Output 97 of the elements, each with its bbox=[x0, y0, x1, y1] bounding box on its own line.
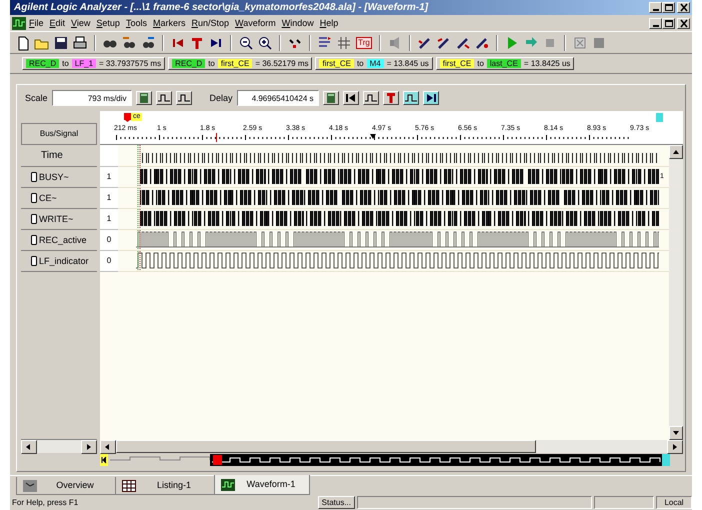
signal-icon bbox=[31, 256, 37, 266]
zoom-out-icon[interactable] bbox=[238, 34, 254, 50]
signal-value: 1 bbox=[100, 188, 118, 209]
status-panel bbox=[594, 496, 654, 509]
signal-icon bbox=[31, 235, 37, 245]
status-text: For Help, press F1 bbox=[11, 498, 80, 508]
edge-button[interactable] bbox=[402, 91, 419, 105]
menu-item[interactable]: Help bbox=[316, 18, 342, 28]
signal-icon bbox=[31, 172, 37, 182]
signal-name[interactable]: BUSY~ bbox=[39, 172, 69, 182]
maximize-icon bbox=[664, 3, 674, 12]
scroll-left-button[interactable] bbox=[21, 440, 37, 454]
window-title: Agilent Logic Analyzer - [...\1 frame-6 sector\gia_kymatomorfes2048.ala] - [Waveform-1] bbox=[14, 2, 430, 14]
waveform-icon bbox=[221, 478, 235, 490]
find-next-icon[interactable] bbox=[140, 34, 156, 50]
find-previous-icon[interactable] bbox=[121, 34, 137, 50]
signal-icon bbox=[31, 193, 37, 203]
calculator-icon bbox=[324, 93, 337, 103]
menu-item[interactable]: Waveform bbox=[232, 18, 279, 28]
table-icon bbox=[122, 480, 136, 492]
maximize-icon bbox=[664, 18, 674, 28]
calculator-button[interactable] bbox=[322, 91, 339, 105]
go-to-end-icon bbox=[424, 93, 437, 103]
zoom-in-icon[interactable] bbox=[257, 34, 273, 50]
signal-value: 0 bbox=[100, 251, 118, 272]
go-to-start-button[interactable] bbox=[342, 91, 359, 105]
minimize-icon bbox=[652, 24, 658, 26]
close-icon bbox=[678, 3, 688, 12]
tab[interactable]: Listing-1 bbox=[115, 477, 215, 495]
edge-icon bbox=[404, 93, 417, 103]
minimize-icon bbox=[652, 9, 658, 11]
overview-icon bbox=[23, 480, 37, 492]
marker-flag-icon[interactable] bbox=[124, 112, 131, 122]
zoom-edge-button[interactable] bbox=[156, 91, 172, 105]
signal-name[interactable]: Time bbox=[41, 150, 63, 162]
menu-item[interactable]: View bbox=[68, 18, 94, 28]
signal-value: 0 bbox=[100, 230, 118, 251]
measurement-button[interactable]: first_CE to last_CE = 13.8425 us bbox=[436, 56, 574, 70]
signal-name[interactable]: WRITE~ bbox=[39, 214, 74, 224]
scroll-right-button[interactable] bbox=[667, 440, 683, 454]
tab[interactable]: Overview bbox=[16, 477, 116, 495]
signal-name[interactable]: CE~ bbox=[39, 192, 57, 204]
signal-icon bbox=[31, 214, 37, 224]
vertical-scrollbar[interactable] bbox=[669, 145, 683, 440]
scroll-left-button[interactable] bbox=[100, 440, 116, 454]
horizontal-scrollbar[interactable] bbox=[100, 440, 683, 453]
scale-label: Scale bbox=[25, 92, 48, 104]
save-icon[interactable] bbox=[53, 34, 69, 50]
trigger-icon bbox=[384, 93, 397, 103]
menu-item[interactable]: Window bbox=[278, 18, 317, 28]
delay-field[interactable]: 4.96965410424 s bbox=[236, 90, 319, 106]
signal-value: 1 bbox=[100, 167, 118, 188]
signal-value: 1 bbox=[100, 209, 118, 230]
overview-strip[interactable] bbox=[100, 454, 670, 466]
tab[interactable]: Waveform-1 bbox=[214, 475, 310, 495]
menu-item[interactable]: Tools bbox=[122, 18, 150, 28]
menu-item[interactable]: Run/Stop bbox=[188, 18, 232, 28]
menu-item[interactable]: Markers bbox=[150, 18, 188, 28]
edge-button[interactable] bbox=[362, 91, 379, 105]
menu-item[interactable]: File bbox=[26, 18, 47, 28]
calculator-button[interactable] bbox=[136, 91, 152, 105]
scroll-down-button[interactable] bbox=[669, 426, 683, 440]
maximize-button[interactable] bbox=[662, 18, 675, 28]
measurement-button[interactable]: REC_D to LF_1 = 33.7937575 ms bbox=[22, 56, 166, 70]
close-icon bbox=[678, 18, 688, 28]
minimize-button[interactable] bbox=[649, 18, 662, 28]
maximize-button[interactable] bbox=[662, 2, 675, 13]
scroll-thumb[interactable] bbox=[116, 440, 536, 453]
close-button[interactable] bbox=[677, 18, 690, 28]
signal-name[interactable]: LF_indicator bbox=[39, 256, 89, 266]
zoom-edge-icon bbox=[178, 93, 190, 103]
edge-icon bbox=[364, 93, 377, 103]
minimize-button[interactable] bbox=[649, 2, 662, 13]
column-header: Bus/Signal bbox=[21, 123, 97, 145]
measurement-button[interactable]: REC_D to first_CE = 36.52179 ms bbox=[168, 56, 312, 70]
close-button[interactable] bbox=[677, 2, 690, 13]
delay-label: Delay bbox=[210, 92, 233, 104]
measurement-button[interactable]: first_CE to M4 = 13.845 us bbox=[315, 56, 433, 70]
status-mode: Local bbox=[656, 496, 692, 509]
app-icon bbox=[12, 16, 26, 30]
status-button[interactable]: Status... bbox=[318, 496, 355, 509]
menu-item[interactable]: Edit bbox=[46, 18, 68, 28]
calculator-icon bbox=[138, 93, 150, 103]
trigger-button[interactable] bbox=[382, 91, 399, 105]
go-to-end-button[interactable] bbox=[422, 91, 439, 105]
menu-item[interactable]: Setup bbox=[93, 18, 123, 28]
horizontal-scrollbar[interactable] bbox=[21, 440, 97, 453]
go-to-start-icon bbox=[344, 93, 357, 103]
zoom-edge-button[interactable] bbox=[176, 91, 192, 105]
grid-icon[interactable] bbox=[336, 34, 352, 50]
scroll-up-button[interactable] bbox=[669, 145, 683, 159]
scale-field[interactable]: 793 ms/div bbox=[52, 90, 132, 106]
marker-flag-icon[interactable] bbox=[656, 112, 663, 122]
zoom-edge-icon bbox=[158, 93, 170, 103]
scroll-right-button[interactable] bbox=[81, 440, 97, 454]
signal-name[interactable]: REC_active bbox=[39, 234, 87, 246]
print-icon[interactable] bbox=[72, 34, 88, 50]
